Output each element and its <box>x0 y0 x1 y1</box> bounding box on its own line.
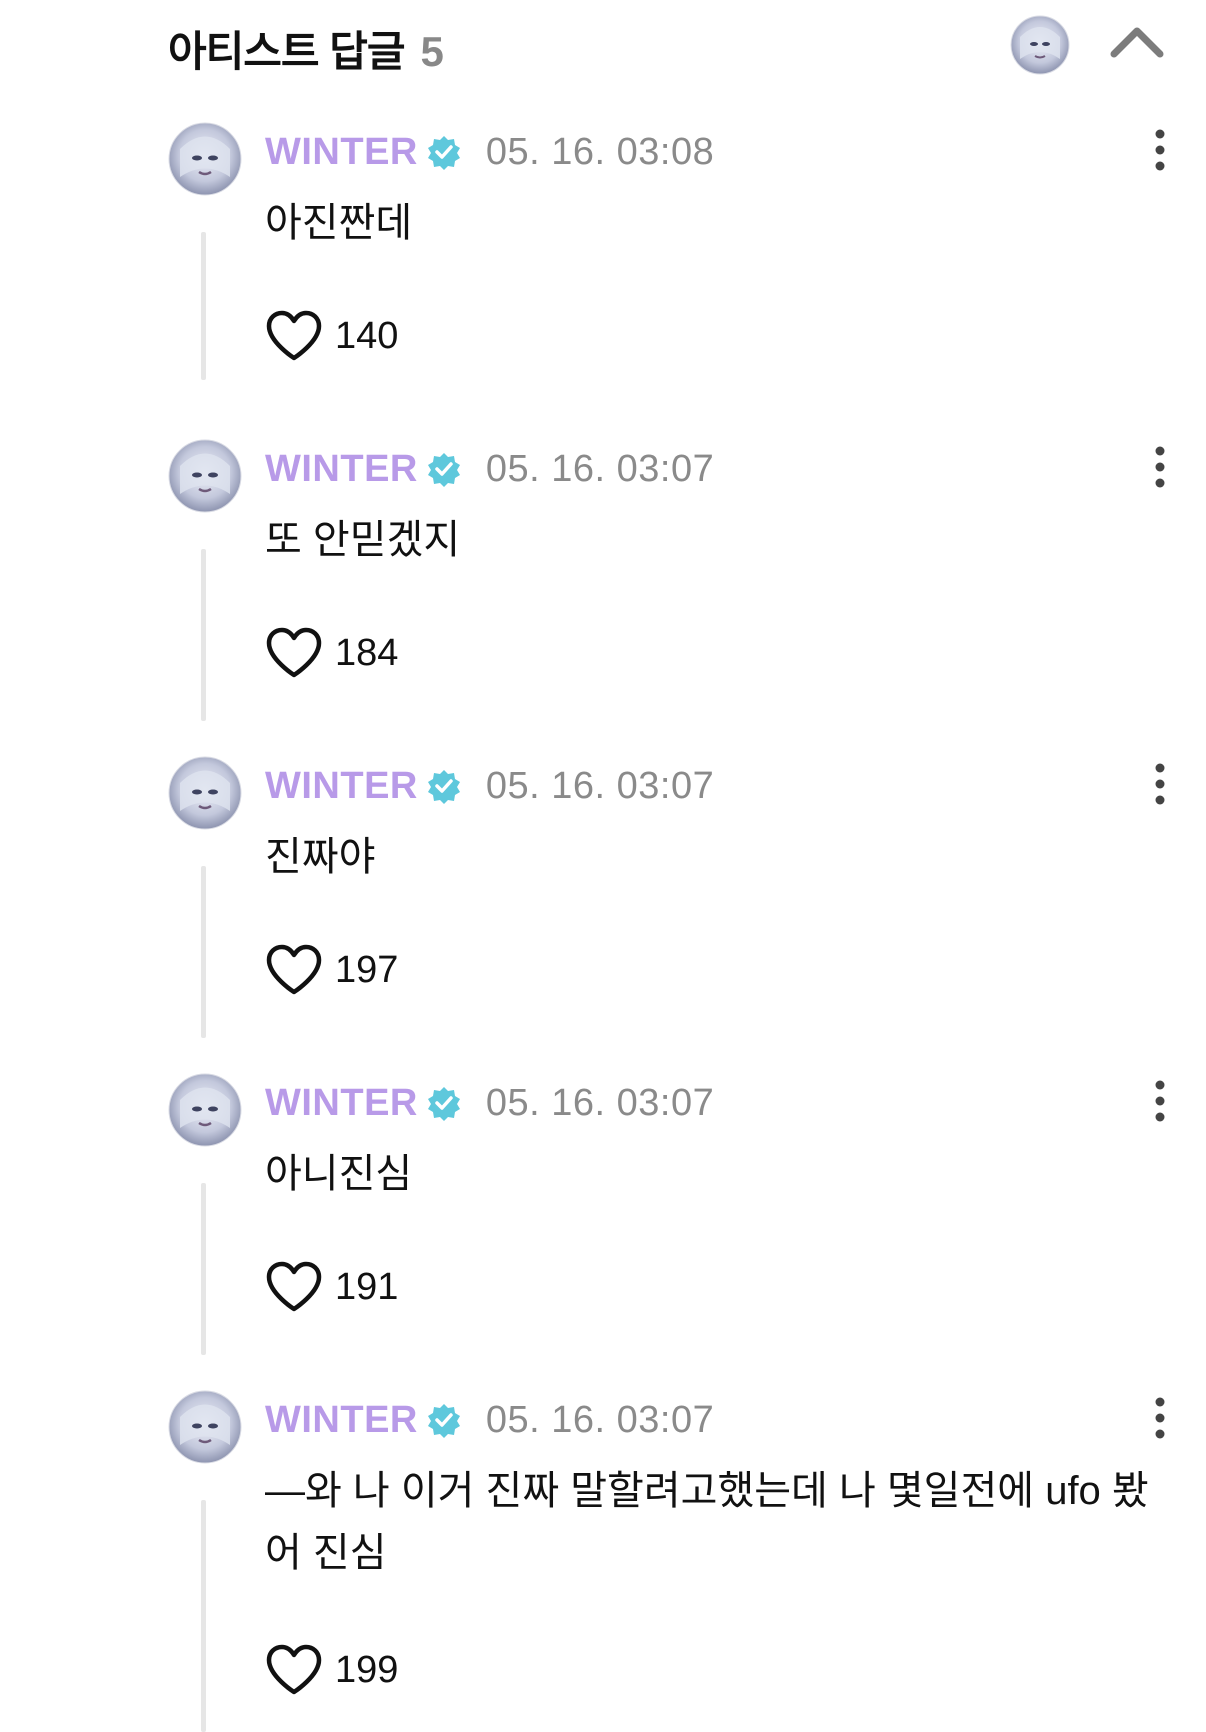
like-button[interactable]: 191 <box>265 1257 398 1317</box>
heart-outline-icon <box>266 627 322 678</box>
more-options-button[interactable] <box>1142 1394 1178 1444</box>
like-button[interactable]: 184 <box>265 623 398 683</box>
thread-line <box>201 1500 206 1732</box>
thread-line <box>201 866 206 1038</box>
avatar[interactable] <box>168 439 242 513</box>
like-button[interactable]: 197 <box>265 940 398 1000</box>
chevron-up-icon <box>1110 27 1164 58</box>
more-options-button[interactable] <box>1142 1077 1178 1127</box>
verified-badge-icon <box>427 453 460 487</box>
verified-badge-icon <box>427 1087 460 1121</box>
author-name[interactable]: WINTER <box>265 1082 418 1125</box>
timestamp: 05. 16. 03:07 <box>485 764 715 807</box>
author-name[interactable]: WINTER <box>265 448 418 491</box>
like-count: 199 <box>335 1648 399 1691</box>
more-vertical-icon <box>1155 1080 1165 1122</box>
reply-meta: WINTER 05. 16. 03:08 <box>265 130 714 174</box>
heart-outline-icon <box>266 1644 322 1695</box>
reply-text: 진짜야 <box>265 835 376 879</box>
avatar[interactable] <box>168 1073 242 1147</box>
more-vertical-icon <box>1155 446 1165 488</box>
avatar[interactable] <box>168 756 242 830</box>
like-count: 191 <box>335 1265 399 1308</box>
reply-text: 또 안믿겠지 <box>265 518 461 562</box>
heart-outline-icon <box>266 310 322 361</box>
more-options-button[interactable] <box>1142 126 1178 176</box>
more-options-button[interactable] <box>1142 760 1178 810</box>
reply-meta: WINTER 05. 16. 03:07 <box>265 1398 714 1442</box>
reply-text: 아진짠데 <box>265 201 413 245</box>
thread-line <box>201 232 206 380</box>
like-count: 140 <box>335 314 399 357</box>
reply-meta: WINTER 05. 16. 03:07 <box>265 1081 714 1125</box>
like-button[interactable]: 199 <box>265 1640 398 1700</box>
section-title-text: 아티스트 답글 <box>168 28 406 75</box>
author-name[interactable]: WINTER <box>265 131 418 174</box>
avatar[interactable] <box>168 122 242 196</box>
collapse-button[interactable] <box>1104 14 1170 74</box>
artist-replies-page: 아티스트 답글 5 WINTER 05. 16. 03:08 아진짠데 140 … <box>0 0 1206 1732</box>
author-name[interactable]: WINTER <box>265 1399 418 1442</box>
reply-meta: WINTER 05. 16. 03:07 <box>265 447 714 491</box>
thread-line <box>201 549 206 721</box>
verified-badge-icon <box>427 136 460 170</box>
artist-avatar[interactable] <box>1010 15 1070 75</box>
timestamp: 05. 16. 03:07 <box>485 1081 715 1124</box>
more-vertical-icon <box>1155 1397 1165 1439</box>
thread-line <box>201 1183 206 1355</box>
more-vertical-icon <box>1155 129 1165 171</box>
timestamp: 05. 16. 03:08 <box>485 130 715 173</box>
artist-replies-header: 아티스트 답글 5 <box>168 0 1206 100</box>
section-title: 아티스트 답글 5 <box>168 18 444 79</box>
reply-text: —와 나 이거 진짜 말할려고했는데 나 몇일전에 ufo 봤어 진심 <box>265 1469 1149 1575</box>
timestamp: 05. 16. 03:07 <box>485 1398 715 1441</box>
like-button[interactable]: 140 <box>265 306 398 366</box>
verified-badge-icon <box>427 1404 460 1438</box>
heart-outline-icon <box>266 944 322 995</box>
verified-badge-icon <box>427 770 460 804</box>
author-name[interactable]: WINTER <box>265 765 418 808</box>
more-options-button[interactable] <box>1142 443 1178 493</box>
timestamp: 05. 16. 03:07 <box>485 447 715 490</box>
reply-count: 5 <box>420 28 444 75</box>
heart-outline-icon <box>266 1261 322 1312</box>
like-count: 184 <box>335 631 399 674</box>
reply-text: 아니진심 <box>265 1152 413 1196</box>
avatar[interactable] <box>168 1390 242 1464</box>
reply-meta: WINTER 05. 16. 03:07 <box>265 764 714 808</box>
like-count: 197 <box>335 948 399 991</box>
more-vertical-icon <box>1155 763 1165 805</box>
